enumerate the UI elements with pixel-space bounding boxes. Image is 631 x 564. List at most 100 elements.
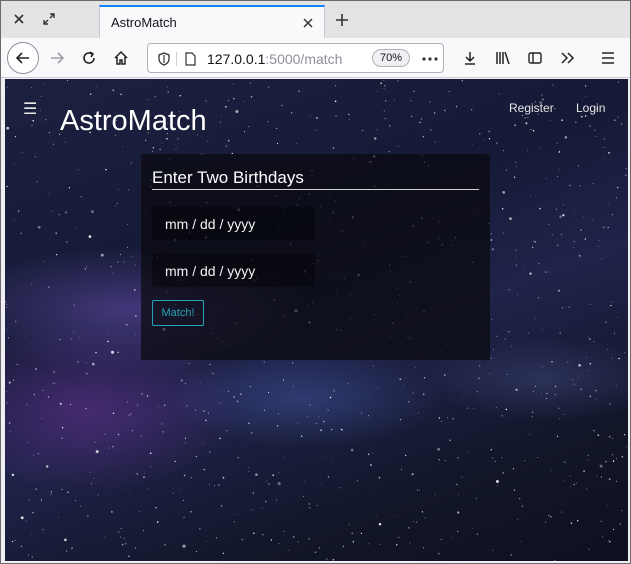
star xyxy=(219,121,222,124)
star xyxy=(200,382,201,384)
star xyxy=(372,365,374,367)
url-text[interactable]: 127.0.0.1:5000/match xyxy=(207,51,342,67)
star xyxy=(47,396,50,398)
star xyxy=(447,417,449,419)
match-button[interactable]: Match! xyxy=(152,300,204,326)
back-button[interactable] xyxy=(7,42,39,74)
login-link[interactable]: Login xyxy=(576,101,605,115)
star xyxy=(584,85,587,87)
site-title[interactable]: AstroMatch xyxy=(60,105,207,138)
star xyxy=(315,129,317,131)
star xyxy=(455,105,458,108)
star xyxy=(549,515,552,518)
hamburger-icon[interactable]: ☰ xyxy=(23,99,37,118)
star xyxy=(14,320,17,323)
zoom-level-badge[interactable]: 70% xyxy=(372,49,410,67)
star xyxy=(318,416,320,418)
star xyxy=(562,213,565,217)
star xyxy=(415,521,418,523)
star xyxy=(128,555,130,557)
star xyxy=(461,476,463,478)
star xyxy=(385,100,387,102)
star xyxy=(70,338,72,340)
star xyxy=(182,544,186,548)
star xyxy=(334,85,336,87)
star xyxy=(249,82,251,84)
star xyxy=(546,392,548,395)
star xyxy=(161,142,163,144)
library-icon[interactable] xyxy=(487,42,519,74)
star xyxy=(411,473,414,476)
star xyxy=(220,115,222,117)
star xyxy=(556,208,558,210)
star xyxy=(572,247,574,249)
star xyxy=(97,494,99,496)
star xyxy=(506,373,508,375)
star xyxy=(134,264,136,266)
star xyxy=(595,390,597,392)
star xyxy=(316,505,318,507)
star xyxy=(438,459,440,461)
register-link[interactable]: Register xyxy=(509,101,554,115)
address-bar[interactable]: 127.0.0.1:5000/match 70% xyxy=(147,43,444,73)
page-actions-icon[interactable] xyxy=(422,51,438,67)
star xyxy=(329,396,332,399)
star xyxy=(520,541,522,542)
star xyxy=(144,472,146,474)
star xyxy=(5,307,7,308)
downloads-icon[interactable] xyxy=(454,42,486,74)
star xyxy=(77,169,79,171)
star xyxy=(625,174,627,176)
star xyxy=(143,476,145,478)
star xyxy=(576,482,578,484)
tab-astromatch[interactable]: AstroMatch xyxy=(99,5,325,38)
star xyxy=(559,332,561,334)
star xyxy=(291,112,293,114)
star xyxy=(141,393,143,395)
birthday-2-input[interactable]: mm / dd / yyyy xyxy=(152,254,315,287)
new-tab-icon[interactable] xyxy=(331,9,353,31)
star xyxy=(449,439,451,441)
star xyxy=(332,558,335,561)
star xyxy=(410,115,413,118)
birthday-1-input[interactable]: mm / dd / yyyy xyxy=(152,207,315,240)
menu-icon[interactable] xyxy=(592,42,624,74)
star xyxy=(378,476,381,479)
star xyxy=(577,165,580,167)
star xyxy=(471,143,473,145)
reload-button[interactable] xyxy=(73,42,105,74)
star xyxy=(557,175,559,177)
star xyxy=(448,90,450,93)
star xyxy=(134,547,137,549)
star xyxy=(227,390,230,392)
star xyxy=(558,169,560,171)
star xyxy=(202,443,204,444)
star xyxy=(568,306,570,308)
star xyxy=(277,142,279,145)
star xyxy=(45,119,47,121)
sidebar-icon[interactable] xyxy=(519,42,551,74)
overflow-chevron-icon[interactable] xyxy=(551,42,583,74)
shield-icon[interactable] xyxy=(156,51,172,67)
home-button[interactable] xyxy=(105,42,137,74)
star xyxy=(562,204,565,206)
star xyxy=(184,442,187,444)
star xyxy=(376,388,378,390)
star xyxy=(517,293,519,295)
star xyxy=(146,395,149,397)
close-window-icon[interactable] xyxy=(9,9,29,29)
star xyxy=(458,494,460,496)
maximize-window-icon[interactable] xyxy=(39,9,59,29)
star xyxy=(207,140,209,142)
star xyxy=(52,382,54,384)
star xyxy=(588,337,589,338)
star xyxy=(316,117,318,119)
star xyxy=(131,256,133,258)
star xyxy=(270,539,273,541)
tab-close-icon[interactable] xyxy=(296,11,320,35)
star xyxy=(53,371,55,373)
star xyxy=(564,461,566,463)
star xyxy=(534,385,536,387)
forward-button[interactable] xyxy=(41,42,73,74)
star xyxy=(212,372,214,374)
